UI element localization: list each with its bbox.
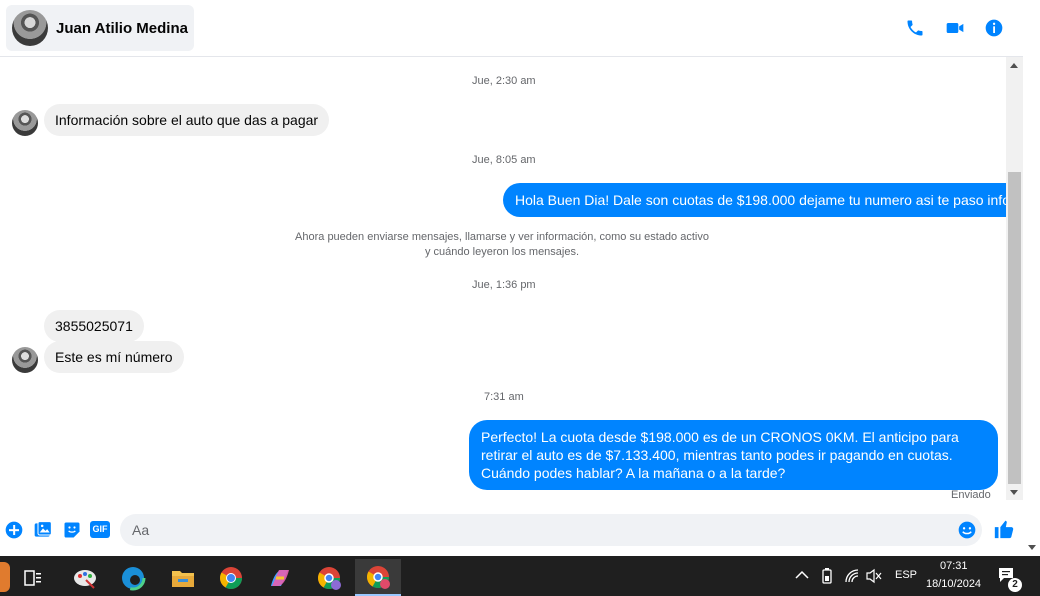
plus-icon[interactable] [4,520,24,540]
chat-header: Juan Atilio Medina [0,0,1023,57]
widget-icon[interactable] [0,562,10,592]
emoji-icon[interactable] [957,520,977,540]
message-list[interactable]: Jue, 2:30 am Información sobre el auto q… [0,57,1006,506]
timestamp: Jue, 2:30 am [472,75,536,87]
info-icon[interactable] [984,18,1004,38]
page-scroll-down-arrow-icon[interactable] [1028,545,1036,550]
scroll-up-arrow-icon[interactable] [1010,63,1018,68]
system-notice: Ahora pueden enviarse mensajes, llamarse… [290,230,714,260]
outgoing-message[interactable]: Perfecto! La cuota desde $198.000 es de … [469,420,998,490]
outgoing-message[interactable]: Hola Buen Dia! Dale son cuotas de $198.0… [503,183,1006,217]
chrome-profile-icon[interactable] [306,559,352,596]
copilot-app-icon[interactable] [257,559,303,596]
chrome-active-window-icon[interactable] [355,559,401,596]
notification-count-badge[interactable]: 2 [1008,578,1022,592]
incoming-message[interactable]: 3855025071 [44,310,144,342]
gif-icon[interactable]: GIF [90,521,110,538]
language-indicator[interactable]: ESP [895,569,917,581]
contact-avatar[interactable] [12,10,48,46]
incoming-message[interactable]: Información sobre el auto que das a paga… [44,104,330,136]
system-notice-line: y cuándo leyeron los mensajes. [424,246,580,258]
clock-time[interactable]: 07:31 [940,560,968,572]
message-input[interactable]: Aa [120,514,982,546]
paint-app-icon[interactable] [62,559,108,596]
scrollbar-thumb[interactable] [1008,172,1021,484]
timestamp: 7:31 am [484,391,524,403]
timestamp: Jue, 8:05 am [472,154,536,166]
phone-icon[interactable] [905,18,925,38]
battery-icon[interactable] [820,567,834,585]
sender-avatar[interactable] [12,347,38,373]
clock-date[interactable]: 18/10/2024 [926,578,981,590]
wifi-icon[interactable] [844,568,860,584]
system-notice-line: Ahora pueden enviarse mensajes, llamarse… [295,231,709,243]
composer-bar: GIF Aa [0,506,1023,552]
sender-avatar[interactable] [12,110,38,136]
video-call-icon[interactable] [945,18,965,38]
task-view-icon[interactable] [10,559,56,596]
timestamp: Jue, 1:36 pm [472,279,536,291]
contact-button[interactable]: Juan Atilio Medina [6,5,194,51]
delivery-status: Enviado [951,489,991,501]
image-icon[interactable] [33,520,53,540]
volume-muted-icon[interactable] [865,568,883,584]
file-explorer-icon[interactable] [160,559,206,596]
contact-name[interactable]: Juan Atilio Medina [56,20,188,37]
scroll-down-arrow-icon[interactable] [1010,490,1018,495]
sticker-icon[interactable] [62,520,82,540]
like-icon[interactable] [993,518,1015,540]
chevron-up-icon[interactable] [795,570,809,580]
incoming-message[interactable]: Este es mí número [44,341,184,373]
edge-browser-icon[interactable] [110,559,156,596]
chrome-browser-icon[interactable] [208,559,254,596]
windows-taskbar: ESP 07:31 18/10/2024 2 [0,556,1040,596]
